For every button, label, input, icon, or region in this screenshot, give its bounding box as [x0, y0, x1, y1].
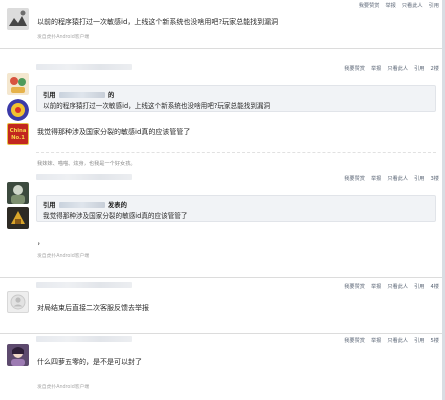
- quote-button[interactable]: 引用: [429, 2, 439, 9]
- username-blurred: [36, 282, 132, 288]
- avatar-image: [7, 73, 29, 95]
- report-button[interactable]: 举报: [371, 337, 381, 344]
- avatar-image: [7, 182, 29, 204]
- only-this-button[interactable]: 只看此人: [387, 283, 408, 290]
- badge-text: China: [9, 128, 27, 134]
- avatar-image: [7, 8, 29, 30]
- username-blurred: [36, 64, 132, 70]
- avatar[interactable]: [7, 182, 29, 204]
- floor-number: 3楼: [430, 176, 440, 182]
- post-actions: 我要赞赏 举报 只看此人 引用 4楼: [344, 283, 439, 290]
- post-content: 对局结束后直接二次客服反馈去举报: [37, 304, 149, 312]
- post-source: 发自虎扑Android客户端: [37, 254, 90, 259]
- only-this-button[interactable]: 只看此人: [387, 337, 408, 344]
- like-button[interactable]: 我要赞赏: [344, 65, 365, 72]
- post-4: 我要赞赏 举报 只看此人 引用 4楼 对局结束后直接二次客服反馈去举报: [0, 281, 445, 334]
- like-button[interactable]: 我要赞赏: [344, 337, 365, 344]
- quote-suffix: 的: [108, 92, 115, 99]
- only-this-button[interactable]: 只看此人: [387, 65, 408, 72]
- badge-text: No.1: [11, 135, 25, 141]
- post-5: 我要赞赏 举报 只看此人 引用 5楼 什么四萝五零的，是不是可以封了 发自虎扑A…: [0, 335, 445, 400]
- post-content: ，: [37, 238, 44, 246]
- only-this-button[interactable]: 只看此人: [387, 175, 408, 182]
- floor-number: 2楼: [430, 66, 440, 72]
- quote-button[interactable]: 引用: [414, 65, 424, 72]
- quote-text: 我觉得那种涉及国家分裂的敏感id真的应该管管了: [43, 212, 188, 220]
- badge-china-no1: China No.1: [7, 123, 29, 145]
- report-button[interactable]: 举报: [385, 2, 395, 9]
- avatar-image: [7, 99, 29, 121]
- like-button[interactable]: 我要赞赏: [344, 283, 365, 290]
- post-actions: 我要赞赏 举报 只看此人 引用 3楼: [344, 175, 439, 182]
- post-header: 我要赞赏 举报 只看此人 引用 2楼: [0, 63, 445, 72]
- quote-button[interactable]: 引用: [414, 175, 424, 182]
- username-blurred: [36, 336, 132, 342]
- avatar-image: [7, 207, 29, 229]
- avatar-secondary: [7, 99, 29, 121]
- signature-divider: [36, 152, 436, 153]
- post-header: 我要赞赏 举报 只看此人 引用 3楼: [0, 173, 445, 182]
- avatar-image: [7, 344, 29, 366]
- username-blurred: [36, 174, 132, 180]
- quote-button[interactable]: 引用: [414, 337, 424, 344]
- report-button[interactable]: 举报: [371, 65, 381, 72]
- post-header: 我要赞赏 举报 只看此人 引用 4楼: [0, 281, 445, 290]
- post-content: 什么四萝五零的，是不是可以封了: [37, 358, 142, 366]
- report-button[interactable]: 举报: [371, 283, 381, 290]
- post-actions: 我要赞赏 举报 只看此人 引用: [359, 2, 439, 9]
- post-source: 发自虎扑Android客户端: [37, 385, 90, 390]
- like-button[interactable]: 我要赞赏: [344, 175, 365, 182]
- quote-block: 引用 的 以前的程序猿打过一次敏感id，上线这个新系统也没啥用吧?玩家总能找到漏…: [36, 85, 436, 112]
- quote-suffix: 发表的: [108, 202, 127, 209]
- avatar[interactable]: [7, 73, 29, 95]
- quote-header: 引用 发表的: [43, 200, 127, 209]
- quote-block: 引用 发表的 我觉得那种涉及国家分裂的敏感id真的应该管管了: [36, 195, 436, 222]
- quoted-username-blurred: [58, 92, 105, 98]
- quote-header: 引用 的: [43, 90, 114, 99]
- floor-number: 5楼: [430, 338, 440, 344]
- quote-label: 引用: [43, 202, 56, 209]
- post-actions: 我要赞赏 举报 只看此人 引用 2楼: [344, 65, 439, 72]
- quote-text: 以前的程序猿打过一次敏感id，上线这个新系统也没啥用吧?玩家总能找到漏洞: [43, 102, 271, 110]
- quote-label: 引用: [43, 92, 56, 99]
- post-2: 我要赞赏 举报 只看此人 引用 2楼 China No.1 引用 的 以前的程序…: [0, 63, 445, 180]
- only-this-button[interactable]: 只看此人: [402, 2, 423, 9]
- post-content: 以前的程序猿打过一次敏感id，上线这个新系统也没啥用吧?玩家总能找到漏洞: [37, 18, 279, 26]
- avatar[interactable]: [7, 8, 29, 30]
- avatar-secondary: [7, 207, 29, 229]
- post-signature: 我妹妹、喵喵、炫身，也我是一个好女孩。: [37, 161, 136, 167]
- avatar-default[interactable]: [7, 291, 29, 313]
- post-actions: 我要赞赏 举报 只看此人 引用 5楼: [344, 337, 439, 344]
- post-source: 发自虎扑Android客户端: [37, 35, 90, 40]
- default-user-icon: [10, 294, 26, 310]
- floor-number: 4楼: [430, 284, 440, 290]
- like-button[interactable]: 我要赞赏: [359, 2, 380, 9]
- quoted-username-blurred: [58, 202, 105, 208]
- post-1: 我要赞赏 举报 只看此人 引用 以前的程序猿打过一次敏感id，上线这个新系统也没…: [0, 0, 445, 49]
- avatar[interactable]: [7, 344, 29, 366]
- report-button[interactable]: 举报: [371, 175, 381, 182]
- post-header: 我要赞赏 举报 只看此人 引用 5楼: [0, 335, 445, 344]
- quote-button[interactable]: 引用: [414, 283, 424, 290]
- post-content: 我觉得那种涉及国家分裂的敏感id真的应该管管了: [37, 128, 191, 136]
- post-3: 我要赞赏 举报 只看此人 引用 3楼 引用 发表的 我觉得那种涉及国家分裂的敏感…: [0, 173, 445, 278]
